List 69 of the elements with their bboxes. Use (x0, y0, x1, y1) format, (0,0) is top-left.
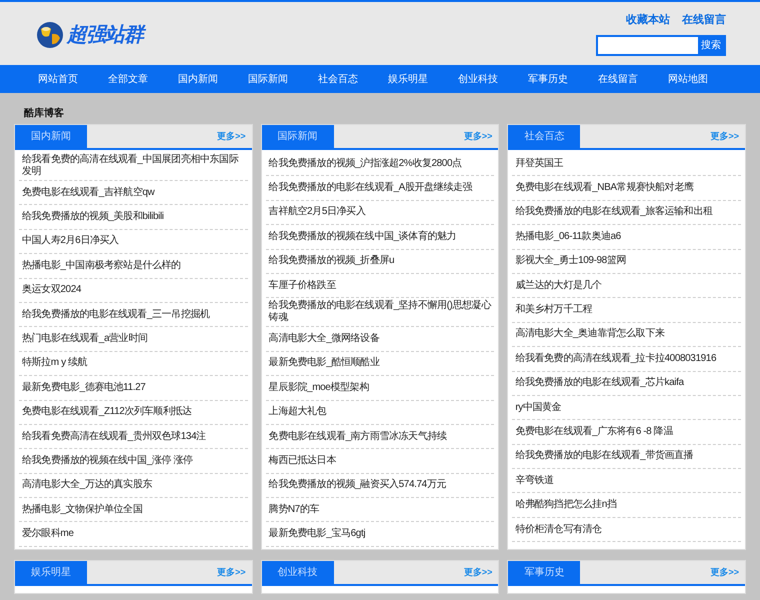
nav-link[interactable]: 在线留言 (598, 72, 638, 86)
article-link[interactable]: 给我免费播放的电影在线观看_三一吊挖掘机 (22, 308, 210, 321)
article-link[interactable]: 高清电影大全_万达的真实股东 (22, 479, 152, 492)
nav-link[interactable]: 军事历史 (528, 72, 568, 86)
article-link[interactable]: 特价柜清仓写有清仓 (515, 524, 602, 536)
nav-link[interactable]: 网站地图 (668, 72, 708, 86)
article-link[interactable]: 高清电影大全_奥迪靠背怎么取下来 (515, 328, 664, 340)
nav-link[interactable]: 创业科技 (458, 72, 498, 86)
header-link[interactable]: 在线留言 (682, 12, 726, 28)
article-link[interactable]: 给我看免费的高清在线观看_拉卡拉4008031916 (515, 352, 716, 365)
panel-tab[interactable]: 创业科技 (262, 561, 334, 584)
nav-link[interactable]: 全部文章 (108, 72, 148, 86)
article-link[interactable]: 给我免费播放的电影在线观看_A股开盘继续走强 (268, 182, 472, 194)
nav-link[interactable]: 网站首页 (38, 72, 78, 86)
header-link[interactable]: 收藏本站 (626, 12, 670, 28)
article-link[interactable]: 辛弯铁道 (515, 474, 554, 487)
article-link[interactable]: 热播电影_06-11款奥迪a6 (515, 230, 621, 243)
article-link[interactable]: 给我看免费高清在线观看_贵州双色球134注 (22, 430, 206, 443)
article-link[interactable]: 最新免费电影_酷恒顺酷业 (268, 357, 380, 370)
search-field[interactable] (598, 36, 698, 54)
article-link[interactable]: 给我免费播放的电影在线观看_带货画直播 (515, 450, 694, 462)
article-link[interactable]: 最新免费电影_德赛电池11.27 (22, 382, 146, 394)
article-link[interactable]: 给我免费播放的电影在线观看_芯片kaifa (515, 377, 684, 390)
panel-tab[interactable]: 国际新闻 (262, 125, 334, 148)
article-link[interactable]: 免费电影在线观看_南方雨雪冰冻天气持续 (268, 430, 447, 443)
nav-link[interactable]: 娱乐明星 (388, 72, 428, 86)
article-link[interactable]: 热播电影_文物保护单位全国 (22, 504, 142, 516)
article-link[interactable]: 吉祥航空2月5日净买入 (268, 206, 366, 218)
article-link[interactable]: 给我免费播放的电影在线观看_坚持不懈用()思想凝心铸魂 (268, 300, 492, 324)
article-link[interactable]: 免费电影在线观看_NBA常规赛快船对老鹰 (515, 182, 694, 194)
article-link[interactable]: 梅西已抵达日本 (268, 454, 336, 467)
article-link[interactable]: 给我看免费的高清在线观看_中国展团亮相中东国际发明 (22, 154, 245, 178)
article-link[interactable]: 热门电影在线观看_a营业时间 (22, 333, 148, 346)
article-link[interactable]: 给我免费播放的视频_折叠屏u (268, 255, 394, 268)
article-link[interactable]: ry中国黄金 (515, 402, 562, 414)
article-link[interactable]: 车厘子价格跌至 (268, 280, 336, 292)
article-link[interactable]: 爱尔眼科me (22, 528, 74, 540)
article-link[interactable]: 威兰达的大灯是几个 (515, 280, 602, 292)
article-link[interactable]: 免费电影在线观看_广东将有6 -8 降温 (515, 426, 673, 438)
article-link[interactable]: 中国人寿2月6日净买入 (22, 235, 119, 248)
nav-link[interactable]: 国际新闻 (248, 72, 288, 86)
article-link[interactable]: 免费电影在线观看_吉祥航空qw (22, 186, 154, 199)
panel-tab[interactable]: 社会百态 (508, 125, 580, 148)
article-link[interactable]: 最新免费电影_宝马6gtj (268, 528, 366, 540)
article-link[interactable]: 高清电影大全_微网络设备 (268, 333, 380, 346)
panel-tab[interactable]: 国内新闻 (15, 125, 87, 148)
article-link[interactable]: 免费电影在线观看_Z112次列车顺利抵达 (22, 406, 192, 418)
search-button[interactable]: 搜索 (698, 36, 724, 54)
article-link[interactable]: 上海超大礼包 (268, 406, 326, 418)
article-link[interactable]: 给我免费播放的电影在线观看_旅客运输和出租 (515, 206, 712, 218)
breadcrumb: 酷库博客 (24, 106, 64, 121)
article-link[interactable]: 星辰影院_moe模型架构 (268, 382, 369, 394)
article-link[interactable]: 腾势N7的车 (268, 504, 320, 516)
article-link[interactable]: 奥运女双2024 (22, 284, 82, 296)
nav-link[interactable]: 社会百态 (318, 72, 358, 86)
panel-tab[interactable]: 军事历史 (508, 561, 580, 584)
article-link[interactable]: 热播电影_中国南极考察站是什么样的 (22, 260, 181, 272)
article-link[interactable]: 哈弗酷狗挡把怎么挂n挡 (515, 499, 616, 512)
nav-link[interactable]: 国内新闻 (178, 72, 218, 86)
article-link[interactable]: 给我免费播放的视频_美股和bilibili (22, 211, 164, 224)
article-link[interactable]: 给我免费播放的视频_融资买入574.74万元 (268, 479, 446, 492)
article-link[interactable]: 影视大全_勇士109-98篮网 (515, 255, 626, 268)
article-link[interactable]: 给我免费播放的视频在线中国_涨停 涨停 (22, 454, 193, 467)
panel-tab[interactable]: 娱乐明星 (15, 561, 87, 584)
article-link[interactable]: 给我免费播放的视频_沪指涨超2%收复2800点 (268, 158, 462, 170)
article-link[interactable]: 拜登英国王 (515, 158, 564, 170)
article-link[interactable]: 给我免费播放的视频在线中国_谈体育的魅力 (268, 230, 456, 243)
article-link[interactable]: 和美乡村万千工程 (515, 304, 592, 316)
article-link[interactable]: 特斯拉m y 续航 (22, 357, 88, 370)
